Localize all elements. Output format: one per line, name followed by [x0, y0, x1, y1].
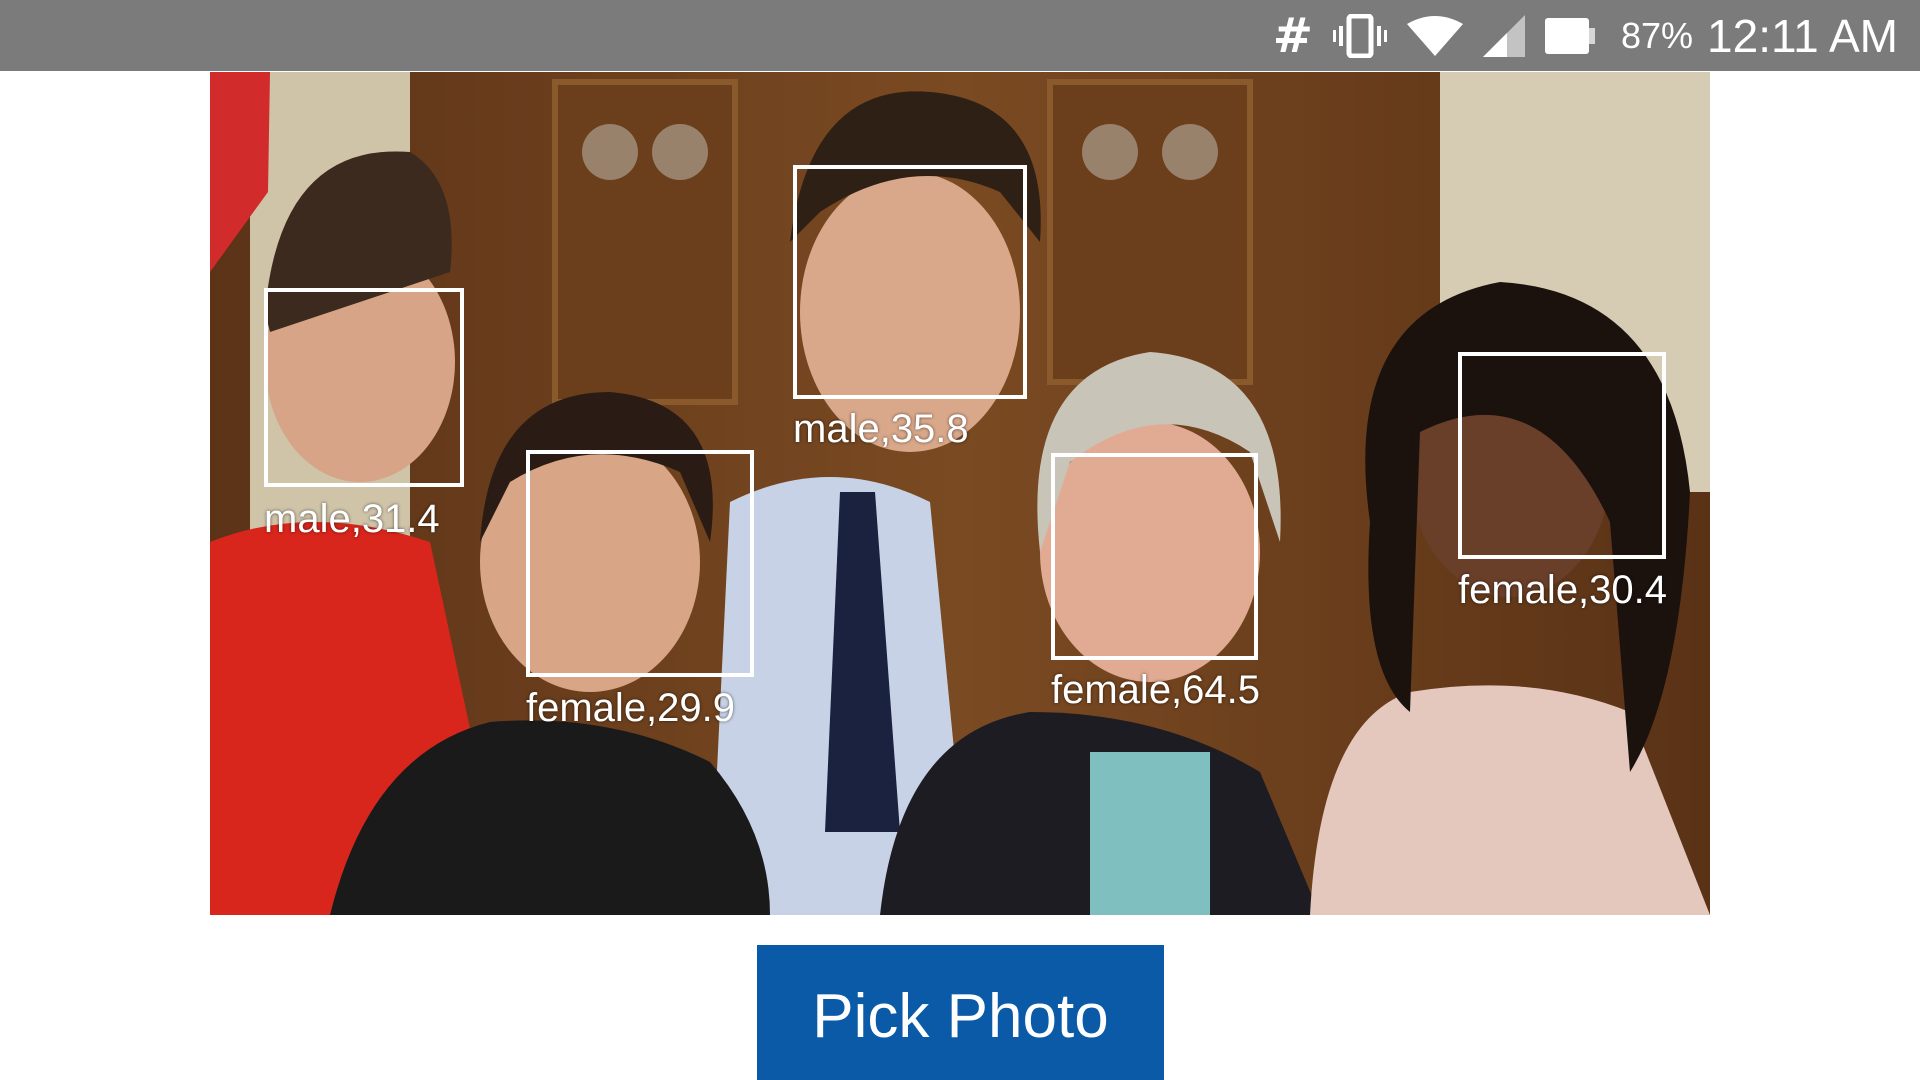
- face-box: [1051, 453, 1258, 660]
- face-box: [1458, 352, 1666, 559]
- face-box: [526, 450, 754, 677]
- vibrate-icon: [1332, 13, 1387, 58]
- battery-icon: [1544, 17, 1597, 54]
- face-box: [264, 288, 464, 487]
- face-label: male,35.8: [793, 407, 969, 451]
- status-icons: # 87% 12:11 AM: [1273, 0, 1898, 71]
- clock: 12:11 AM: [1707, 9, 1898, 62]
- pick-photo-button[interactable]: Pick Photo: [757, 945, 1164, 1080]
- status-bar: # 87% 12:11 AM: [0, 0, 1920, 71]
- face-label: female,29.9: [526, 686, 736, 730]
- battery-percent: 87%: [1620, 14, 1694, 56]
- wifi-icon: [1406, 15, 1463, 56]
- face-label: male,31.4: [264, 497, 440, 541]
- analyzed-photo: male,31.4 female,29.9 male,35.8 female,6…: [210, 72, 1710, 915]
- signal-icon: [1482, 14, 1525, 57]
- face-label: female,30.4: [1458, 568, 1668, 612]
- face-box: [793, 165, 1027, 399]
- hash-icon: #: [1272, 7, 1313, 64]
- face-label: female,64.5: [1051, 668, 1261, 712]
